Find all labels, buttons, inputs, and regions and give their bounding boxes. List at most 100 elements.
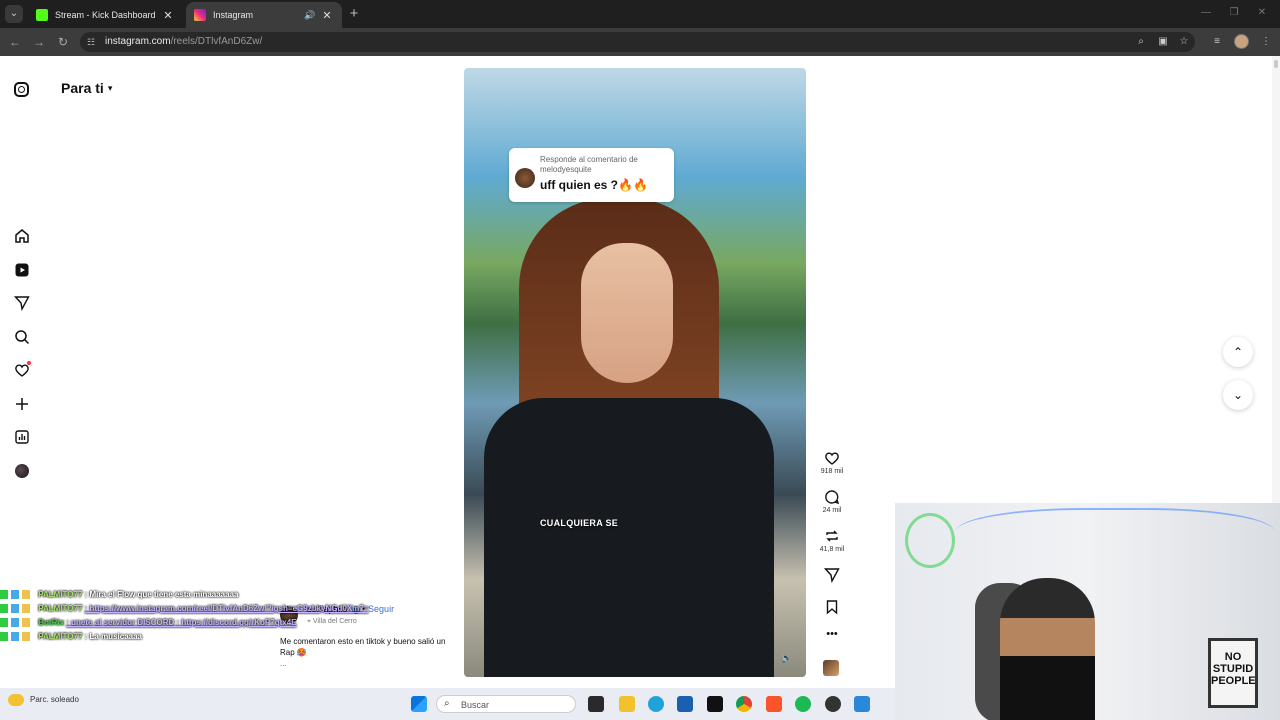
more-options-icon[interactable]: ••• (818, 628, 846, 640)
notifications-heart-icon[interactable] (13, 361, 31, 379)
tab-kick-dashboard[interactable]: Stream - Kick Dashboard ✕ (28, 2, 183, 28)
reels-icon[interactable] (13, 261, 31, 279)
chat-text: : Mira el Flow que tiene esta minaaaaaaa (84, 590, 239, 599)
forward-icon[interactable]: → (31, 34, 47, 50)
file-explorer-icon[interactable] (619, 696, 635, 712)
chrome-icon[interactable] (736, 696, 752, 712)
reel-caption: Me comentaron esto en tiktok y bueno sal… (280, 637, 446, 657)
url-host: instagram.com (105, 36, 171, 47)
neon-smiley-decoration (905, 513, 955, 568)
weather-label: Parc. soleado (30, 695, 79, 705)
next-reel-button[interactable]: ⌄ (1223, 380, 1253, 410)
weather-widget[interactable]: Parc. soleado (8, 694, 79, 706)
streamer (1000, 578, 1095, 720)
save-button[interactable] (818, 599, 846, 615)
search-placeholder: Buscar (461, 700, 490, 710)
url-text[interactable]: instagram.com/reels/DTlvfAnD6Zw/ (105, 36, 262, 47)
previous-reel-button[interactable]: ⌃ (1223, 337, 1253, 367)
edge-browser-icon[interactable] (648, 696, 664, 712)
comment-button[interactable]: 24 mil (818, 489, 846, 514)
dashboard-icon[interactable] (13, 428, 31, 446)
search-icon[interactable] (13, 328, 31, 346)
chat-message: PALMITO77 : La musicaaaa (0, 630, 220, 644)
taskbar-search[interactable]: ⌕ Buscar (436, 695, 576, 713)
reload-icon[interactable]: ↻ (55, 34, 71, 50)
browser-toolbar: ← → ↻ ☷ instagram.com/reels/DTlvfAnD6Zw/… (0, 28, 1280, 56)
windows-taskbar: Parc. soleado ⌕ Buscar (0, 688, 895, 720)
bookmark-star-icon[interactable]: ☆ (1178, 36, 1190, 48)
close-window-icon[interactable]: ✕ (1255, 7, 1269, 18)
notepad-icon[interactable] (854, 696, 870, 712)
search-icon: ⌕ (444, 698, 450, 709)
close-tab-icon[interactable]: ✕ (161, 9, 175, 22)
tab-title: Stream - Kick Dashboard (55, 10, 156, 20)
reply-header: Responde al comentario de melodyesquite (540, 155, 638, 174)
wall-sign: NO STUPID PEOPLE (1208, 638, 1258, 708)
neon-light-decoration (955, 508, 1275, 568)
tab-search-button[interactable]: ⌄ (5, 5, 23, 23)
profile-avatar[interactable] (1234, 34, 1249, 49)
audio-toggle-icon[interactable]: 🔈 (780, 651, 794, 665)
chat-text: : https://www.instagram.com/reel/DTlvfAn… (84, 604, 369, 613)
chat-text: : unete al servidor DISCORD : https://di… (66, 618, 297, 627)
media-controls-icon[interactable]: ≡ (1210, 35, 1224, 49)
instagram-logo-icon[interactable] (14, 82, 29, 97)
y-app-icon[interactable] (707, 696, 723, 712)
chat-badges-icon (0, 632, 36, 642)
speaker-icon[interactable]: 🔊 (304, 10, 316, 21)
repost-count: 41,8 mil (819, 546, 845, 553)
chat-message: BotRix : unete al servidor DISCORD : htt… (0, 616, 297, 630)
chat-text: : La musicaaaa (84, 632, 142, 641)
video-scene (484, 398, 774, 677)
home-icon[interactable] (13, 227, 31, 245)
maximize-icon[interactable]: ❐ (1227, 7, 1241, 18)
comment-reply-sticker: Responde al comentario de melodyesquite … (509, 148, 674, 202)
instagram-favicon-icon (194, 9, 206, 21)
tab-title: Instagram (213, 10, 254, 20)
url-path: /reels/DTlvfAnD6Zw/ (170, 36, 263, 47)
address-bar[interactable]: ☷ instagram.com/reels/DTlvfAnD6Zw/ ⌕ ▣ ☆ (80, 32, 1195, 52)
location-label: Villa del Cerro (312, 618, 357, 625)
cast-icon[interactable]: ▣ (1157, 36, 1169, 48)
menu-icon[interactable]: ⋮ (1259, 35, 1273, 49)
spotify-icon[interactable] (795, 696, 811, 712)
notification-dot (27, 361, 31, 365)
messages-icon[interactable] (13, 294, 31, 312)
screen: ⌄ Stream - Kick Dashboard ✕ Instagram 🔊 … (0, 0, 1280, 720)
caption-more[interactable]: ... (280, 659, 287, 668)
brave-icon[interactable] (766, 696, 782, 712)
location[interactable]: ⌖ Villa del Cerro (307, 618, 357, 626)
zoom-icon[interactable]: ⌕ (1135, 36, 1147, 48)
feed-selector[interactable]: Para ti ▾ (61, 80, 112, 96)
follow-button[interactable]: Seguir (368, 604, 394, 614)
site-info-icon[interactable]: ☷ (87, 36, 99, 48)
obs-icon[interactable] (825, 696, 841, 712)
share-button[interactable] (818, 567, 846, 583)
start-windows-icon[interactable] (411, 696, 427, 712)
task-view-icon[interactable] (588, 696, 604, 712)
tab-instagram[interactable]: Instagram 🔊 ✕ (186, 2, 342, 28)
weather-icon (8, 694, 24, 706)
minimize-icon[interactable]: — (1199, 7, 1213, 18)
repost-button[interactable]: 41,8 mil (818, 528, 846, 553)
share-icon (824, 568, 840, 583)
create-plus-icon[interactable] (13, 395, 31, 413)
audio-track-thumbnail[interactable] (823, 660, 839, 676)
video-subtitle: CUALQUIERA SE (540, 518, 619, 528)
close-tab-icon[interactable]: ✕ (320, 9, 334, 22)
chat-username: PALMITO77 (38, 604, 83, 613)
chat-message: PALMITO77 : Mira el Flow que tiene esta … (0, 588, 238, 602)
profile-nav[interactable] (13, 462, 31, 480)
reply-message: uff quien es ?🔥🔥 (540, 178, 648, 192)
commenter-avatar (515, 168, 535, 188)
new-tab-button[interactable]: + (347, 5, 361, 22)
chevron-down-icon: ▾ (107, 82, 113, 93)
store-icon[interactable] (677, 696, 693, 712)
reel-video[interactable]: Responde al comentario de melodyesquite … (464, 68, 806, 677)
feed-title: Para ti (61, 80, 104, 96)
chat-message: PALMITO77 : https://www.instagram.com/re… (0, 602, 368, 616)
like-button[interactable]: 918 mil (818, 450, 846, 475)
browser-tabbar: ⌄ Stream - Kick Dashboard ✕ Instagram 🔊 … (0, 0, 1280, 28)
back-icon[interactable]: ← (7, 34, 23, 50)
chat-badges-icon (0, 618, 36, 628)
